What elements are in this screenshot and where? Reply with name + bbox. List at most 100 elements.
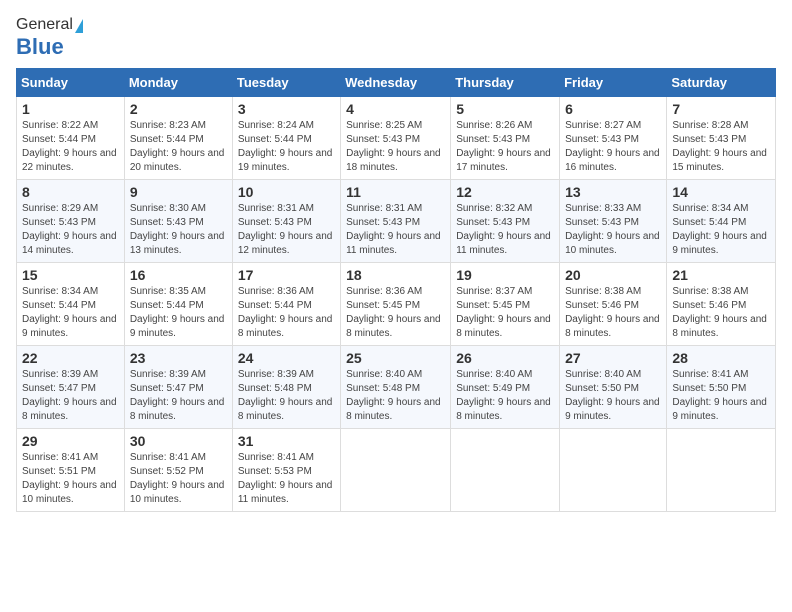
day-number: 13 [565,184,661,200]
calendar-cell: 24 Sunrise: 8:39 AMSunset: 5:48 PMDaylig… [232,346,340,429]
calendar-cell: 15 Sunrise: 8:34 AMSunset: 5:44 PMDaylig… [17,263,125,346]
calendar-cell: 10 Sunrise: 8:31 AMSunset: 5:43 PMDaylig… [232,180,340,263]
day-number: 28 [672,350,770,366]
calendar-cell: 3 Sunrise: 8:24 AMSunset: 5:44 PMDayligh… [232,97,340,180]
day-number: 7 [672,101,770,117]
day-number: 1 [22,101,119,117]
logo-triangle-icon [75,19,83,33]
calendar-cell: 19 Sunrise: 8:37 AMSunset: 5:45 PMDaylig… [451,263,560,346]
calendar-cell: 30 Sunrise: 8:41 AMSunset: 5:52 PMDaylig… [124,429,232,512]
day-number: 30 [130,433,227,449]
week-row-5: 29 Sunrise: 8:41 AMSunset: 5:51 PMDaylig… [17,429,776,512]
day-number: 29 [22,433,119,449]
calendar-cell [341,429,451,512]
calendar-cell: 11 Sunrise: 8:31 AMSunset: 5:43 PMDaylig… [341,180,451,263]
cell-info: Sunrise: 8:41 AMSunset: 5:53 PMDaylight:… [238,452,333,505]
calendar-cell: 17 Sunrise: 8:36 AMSunset: 5:44 PMDaylig… [232,263,340,346]
cell-info: Sunrise: 8:36 AMSunset: 5:45 PMDaylight:… [346,286,441,339]
calendar-cell: 6 Sunrise: 8:27 AMSunset: 5:43 PMDayligh… [560,97,667,180]
cell-info: Sunrise: 8:27 AMSunset: 5:43 PMDaylight:… [565,120,660,173]
day-number: 22 [22,350,119,366]
calendar-header-row: SundayMondayTuesdayWednesdayThursdayFrid… [17,69,776,97]
calendar-cell: 20 Sunrise: 8:38 AMSunset: 5:46 PMDaylig… [560,263,667,346]
calendar-cell: 4 Sunrise: 8:25 AMSunset: 5:43 PMDayligh… [341,97,451,180]
day-number: 12 [456,184,554,200]
cell-info: Sunrise: 8:40 AMSunset: 5:48 PMDaylight:… [346,369,441,422]
cell-info: Sunrise: 8:24 AMSunset: 5:44 PMDaylight:… [238,120,333,173]
header-saturday: Saturday [667,69,776,97]
day-number: 8 [22,184,119,200]
cell-info: Sunrise: 8:34 AMSunset: 5:44 PMDaylight:… [672,203,767,256]
cell-info: Sunrise: 8:33 AMSunset: 5:43 PMDaylight:… [565,203,660,256]
cell-info: Sunrise: 8:39 AMSunset: 5:48 PMDaylight:… [238,369,333,422]
cell-info: Sunrise: 8:41 AMSunset: 5:51 PMDaylight:… [22,452,117,505]
calendar-cell: 8 Sunrise: 8:29 AMSunset: 5:43 PMDayligh… [17,180,125,263]
day-number: 23 [130,350,227,366]
day-number: 10 [238,184,335,200]
day-number: 19 [456,267,554,283]
cell-info: Sunrise: 8:23 AMSunset: 5:44 PMDaylight:… [130,120,225,173]
calendar-cell: 1 Sunrise: 8:22 AMSunset: 5:44 PMDayligh… [17,97,125,180]
week-row-2: 8 Sunrise: 8:29 AMSunset: 5:43 PMDayligh… [17,180,776,263]
day-number: 21 [672,267,770,283]
day-number: 15 [22,267,119,283]
page-header: General Blue [16,16,776,60]
logo-blue-text: Blue [16,34,64,60]
week-row-1: 1 Sunrise: 8:22 AMSunset: 5:44 PMDayligh… [17,97,776,180]
cell-info: Sunrise: 8:41 AMSunset: 5:50 PMDaylight:… [672,369,767,422]
header-monday: Monday [124,69,232,97]
header-tuesday: Tuesday [232,69,340,97]
calendar-cell: 9 Sunrise: 8:30 AMSunset: 5:43 PMDayligh… [124,180,232,263]
day-number: 16 [130,267,227,283]
calendar-cell: 12 Sunrise: 8:32 AMSunset: 5:43 PMDaylig… [451,180,560,263]
day-number: 25 [346,350,445,366]
calendar-cell: 21 Sunrise: 8:38 AMSunset: 5:46 PMDaylig… [667,263,776,346]
day-number: 5 [456,101,554,117]
cell-info: Sunrise: 8:36 AMSunset: 5:44 PMDaylight:… [238,286,333,339]
cell-info: Sunrise: 8:31 AMSunset: 5:43 PMDaylight:… [346,203,441,256]
calendar-table: SundayMondayTuesdayWednesdayThursdayFrid… [16,68,776,512]
day-number: 20 [565,267,661,283]
cell-info: Sunrise: 8:38 AMSunset: 5:46 PMDaylight:… [672,286,767,339]
calendar-cell [451,429,560,512]
logo: General Blue [16,16,83,60]
cell-info: Sunrise: 8:37 AMSunset: 5:45 PMDaylight:… [456,286,551,339]
calendar-cell [667,429,776,512]
cell-info: Sunrise: 8:25 AMSunset: 5:43 PMDaylight:… [346,120,441,173]
day-number: 24 [238,350,335,366]
cell-info: Sunrise: 8:39 AMSunset: 5:47 PMDaylight:… [130,369,225,422]
day-number: 6 [565,101,661,117]
cell-info: Sunrise: 8:38 AMSunset: 5:46 PMDaylight:… [565,286,660,339]
cell-info: Sunrise: 8:39 AMSunset: 5:47 PMDaylight:… [22,369,117,422]
day-number: 3 [238,101,335,117]
day-number: 2 [130,101,227,117]
day-number: 17 [238,267,335,283]
calendar-cell: 23 Sunrise: 8:39 AMSunset: 5:47 PMDaylig… [124,346,232,429]
calendar-cell: 5 Sunrise: 8:26 AMSunset: 5:43 PMDayligh… [451,97,560,180]
calendar-cell: 14 Sunrise: 8:34 AMSunset: 5:44 PMDaylig… [667,180,776,263]
cell-info: Sunrise: 8:41 AMSunset: 5:52 PMDaylight:… [130,452,225,505]
calendar-cell: 2 Sunrise: 8:23 AMSunset: 5:44 PMDayligh… [124,97,232,180]
cell-info: Sunrise: 8:29 AMSunset: 5:43 PMDaylight:… [22,203,117,256]
calendar-cell: 27 Sunrise: 8:40 AMSunset: 5:50 PMDaylig… [560,346,667,429]
calendar-cell: 22 Sunrise: 8:39 AMSunset: 5:47 PMDaylig… [17,346,125,429]
week-row-3: 15 Sunrise: 8:34 AMSunset: 5:44 PMDaylig… [17,263,776,346]
cell-info: Sunrise: 8:32 AMSunset: 5:43 PMDaylight:… [456,203,551,256]
day-number: 14 [672,184,770,200]
day-number: 27 [565,350,661,366]
cell-info: Sunrise: 8:26 AMSunset: 5:43 PMDaylight:… [456,120,551,173]
calendar-cell: 16 Sunrise: 8:35 AMSunset: 5:44 PMDaylig… [124,263,232,346]
day-number: 26 [456,350,554,366]
calendar-cell: 29 Sunrise: 8:41 AMSunset: 5:51 PMDaylig… [17,429,125,512]
cell-info: Sunrise: 8:22 AMSunset: 5:44 PMDaylight:… [22,120,117,173]
week-row-4: 22 Sunrise: 8:39 AMSunset: 5:47 PMDaylig… [17,346,776,429]
day-number: 18 [346,267,445,283]
day-number: 4 [346,101,445,117]
cell-info: Sunrise: 8:31 AMSunset: 5:43 PMDaylight:… [238,203,333,256]
calendar-cell: 7 Sunrise: 8:28 AMSunset: 5:43 PMDayligh… [667,97,776,180]
cell-info: Sunrise: 8:40 AMSunset: 5:49 PMDaylight:… [456,369,551,422]
header-friday: Friday [560,69,667,97]
calendar-cell: 13 Sunrise: 8:33 AMSunset: 5:43 PMDaylig… [560,180,667,263]
calendar-cell: 18 Sunrise: 8:36 AMSunset: 5:45 PMDaylig… [341,263,451,346]
cell-info: Sunrise: 8:35 AMSunset: 5:44 PMDaylight:… [130,286,225,339]
